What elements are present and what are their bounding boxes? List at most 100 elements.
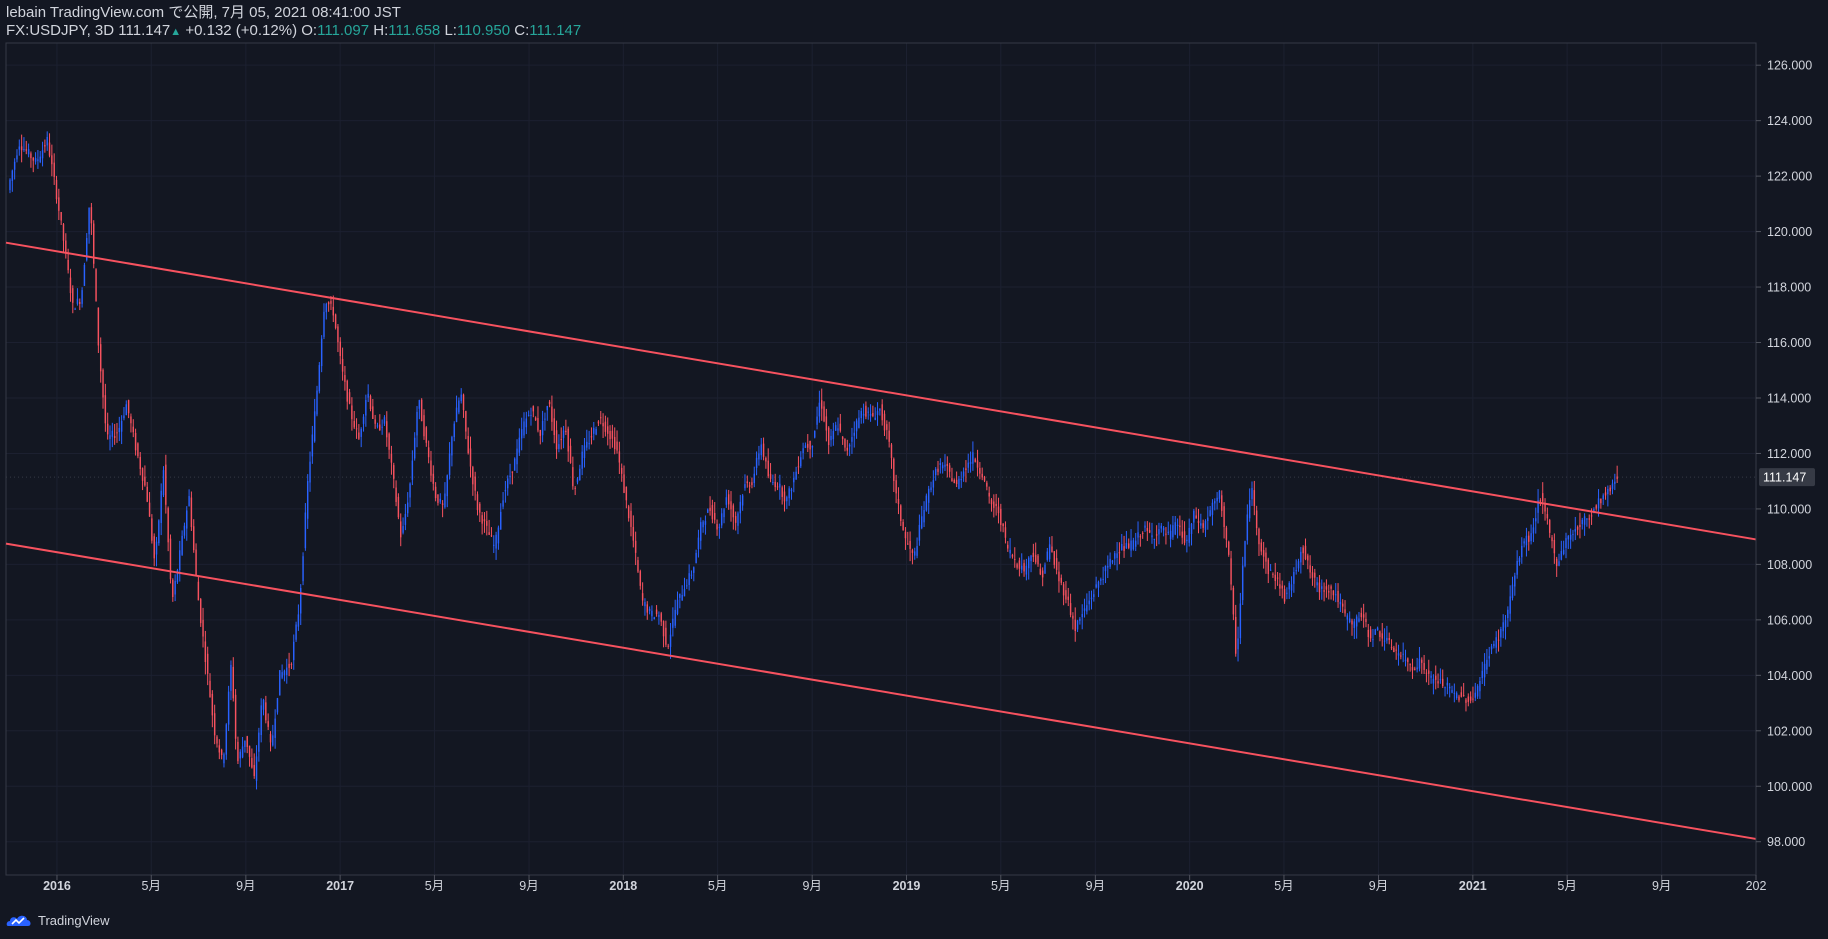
candle-body [1314,572,1316,578]
candle-body [820,400,823,409]
candle-body [1590,515,1593,517]
candle-body [162,470,165,496]
candle-body [1246,514,1249,541]
price-axis[interactable]: 126.000 124.000 122.000 120.000 118.000 116.0… [1756,59,1812,850]
candle-body [88,207,90,235]
candle-body [846,447,849,451]
candle-body [239,751,241,759]
candle-body [1402,653,1404,655]
candle-body [523,421,525,436]
candle-body [1441,678,1444,687]
candle-body [1460,692,1463,697]
symbol-interval[interactable]: FX:USDJPY, 3D [6,22,114,39]
candle-body [476,494,479,511]
candle-body [686,585,688,587]
candle-body [367,393,369,398]
candle-body [790,489,793,492]
candle-body [1218,490,1221,499]
candle-body [1014,559,1016,561]
candle-body [786,497,788,502]
candle-body [788,488,790,499]
candle-body [1083,608,1086,611]
candle-body [1379,631,1381,637]
trendlines[interactable] [5,241,1757,840]
candle-body [1479,680,1481,692]
candle-body [172,579,174,598]
candle-body [1190,523,1193,534]
candle-body [597,421,600,424]
candle-body [776,486,779,488]
candle-body [1535,518,1537,522]
candle-body [313,411,316,442]
candle-body [195,549,197,576]
candle-body [562,430,565,438]
candle-body [213,713,216,736]
candle-body [748,485,751,487]
candle-body [65,240,67,253]
candle-body [1111,560,1114,563]
candle-body [539,429,542,436]
candle-body [141,468,144,481]
candle-body [116,432,118,434]
candle-body [1341,603,1344,607]
x-tick-label: 9月 [802,879,821,893]
candle-body [781,487,783,497]
candle-body [1193,510,1195,523]
candle-body [1027,557,1030,569]
candle-body [676,599,679,614]
candle-body [262,699,265,710]
candle-body [1293,571,1295,584]
candle-body [1128,543,1130,548]
candle-body [1181,531,1183,538]
candle-body [1614,481,1616,484]
candle-body [1330,586,1332,589]
candle-body [137,443,139,457]
candle-body [453,423,455,438]
candle-body [1186,539,1188,541]
candle-body [602,423,604,427]
candle-body [283,670,286,676]
candle-body [869,414,872,416]
candle-body [330,301,332,304]
candle-body [167,508,169,543]
candle-body [25,149,27,151]
candle-body [1153,538,1156,540]
candle-body [369,395,372,410]
low-value: 110.950 [456,22,511,39]
candle-body [551,406,553,422]
candle-body [793,477,795,483]
candle-body [1053,551,1056,565]
candle-body [1579,524,1581,528]
candle-body [637,560,639,572]
candle-body [432,473,435,484]
candle-body [1607,489,1609,495]
candle-body [81,290,83,304]
candle-body [1144,525,1146,528]
candle-body [937,468,939,472]
time-axis[interactable]: 2016 5月 9月 2017 5月 9月 2018 5月 9月 2019 5月 9月 2020 5月 9月… [43,875,1766,893]
trendline[interactable] [5,542,1757,840]
candle-body [1481,670,1483,679]
y-tick-label: 98.000 [1767,835,1805,849]
candle-body [255,756,258,781]
candle-body [11,170,14,181]
candle-body [279,670,281,696]
candle-body [921,516,923,529]
tradingview-logo[interactable]: TradingView [6,910,110,930]
y-tick-label: 112.000 [1767,447,1811,461]
candle-body [202,619,204,637]
open-label: O: [301,22,318,39]
candle-body [1155,534,1158,536]
candle-body [558,444,560,449]
candle-body [1495,637,1497,648]
x-tick-label: 9月 [519,879,538,893]
candle-body [683,589,686,597]
candle-body [1362,614,1365,618]
candle-body [146,486,148,502]
candle-body [1188,527,1190,543]
candle-body [1339,601,1342,605]
candle-body [1411,667,1414,671]
price-chart[interactable]: 126.000 124.000 122.000 120.000 118.000 116.0… [0,0,1828,939]
candle-body [1172,525,1174,538]
candle-body [1230,558,1232,585]
